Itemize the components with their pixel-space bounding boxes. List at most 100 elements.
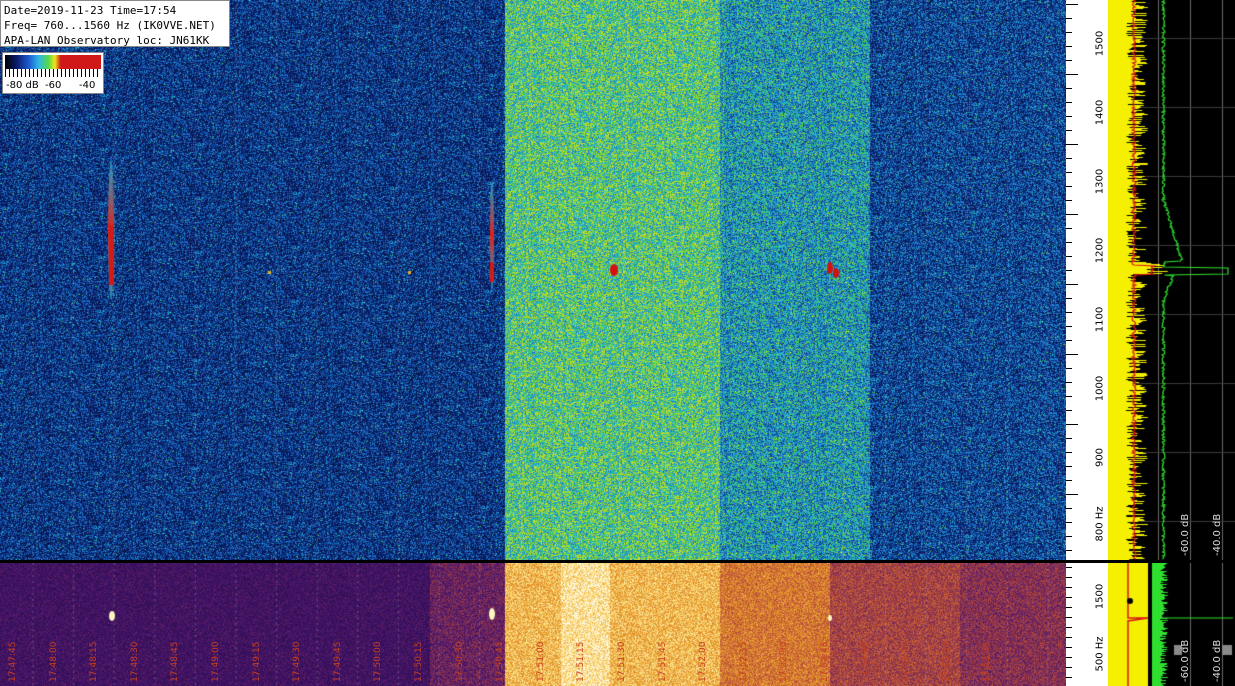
time-label: 17:48:45 — [170, 641, 181, 682]
freq-label-1200: 1200 — [1094, 237, 1106, 264]
freq-tick — [1066, 480, 1072, 481]
freq-tick — [1066, 340, 1072, 341]
time-label: 17:48:00 — [48, 641, 59, 682]
time-label: 17:48:30 — [129, 641, 140, 682]
spectrum-panel-main — [1108, 0, 1235, 560]
wideband-freq-tick — [1066, 567, 1072, 568]
time-label: 17:53:45 — [982, 641, 993, 682]
time-label: 17:50:15 — [414, 641, 424, 682]
time-label: 17:53:00 — [860, 641, 871, 682]
time-label: 17:53:30 — [941, 641, 952, 682]
freq-tick — [1066, 536, 1072, 537]
wideband-freq-tick — [1066, 597, 1072, 598]
freq-tick — [1066, 158, 1072, 159]
freq-tick — [1066, 214, 1078, 215]
time-label: 17:50:30 — [454, 641, 465, 682]
frequency-axis-main: 1500 1400 1300 1200 1100 1000 900 800 Hz — [1066, 0, 1108, 560]
freq-tick — [1066, 424, 1078, 425]
info-date-time: Date=2019-11-23 Time=17:54 — [4, 4, 177, 17]
freq-tick — [1066, 354, 1078, 355]
freq-tick — [1066, 368, 1072, 369]
info-observatory: APA-LAN Observatory loc: JN61KK — [4, 34, 210, 47]
freq-tick — [1066, 270, 1072, 271]
freq-tick — [1066, 18, 1072, 19]
legend-label-mid: -60 — [45, 80, 62, 91]
freq-tick — [1066, 452, 1072, 453]
time-label: 17:50:45 — [495, 641, 506, 682]
wideband-db-label-60: -60.0 dB — [1180, 639, 1191, 682]
info-box: Date=2019-11-23 Time=17:54 Freq= 760...1… — [0, 0, 230, 47]
freq-tick — [1066, 522, 1072, 523]
wideband-freq-label-500: 500 Hz — [1094, 636, 1106, 672]
freq-tick — [1066, 326, 1072, 327]
color-scale-bar — [5, 55, 101, 69]
freq-tick — [1066, 242, 1072, 243]
legend-label-min: -80 dB — [6, 80, 39, 91]
freq-tick — [1066, 550, 1072, 551]
freq-tick — [1066, 228, 1072, 229]
wideband-db-label-40: -40.0 dB — [1212, 639, 1223, 682]
wideband-freq-tick — [1066, 607, 1072, 608]
wideband-freq-tick — [1066, 617, 1072, 618]
wideband-freq-tick — [1066, 667, 1072, 668]
spectrum-db-label-60: -60.0 dB — [1180, 513, 1191, 556]
freq-tick — [1066, 494, 1078, 495]
time-label: 17:49:00 — [211, 641, 221, 682]
freq-tick — [1066, 466, 1072, 467]
spectrum-db-label-40: -40.0 dB — [1212, 513, 1223, 556]
color-scale-legend: -80 dB -60 -40 — [2, 52, 104, 94]
freq-label-1300: 1300 — [1094, 168, 1106, 195]
freq-tick — [1066, 298, 1072, 299]
color-scale-ticks — [5, 69, 101, 77]
freq-tick — [1066, 88, 1072, 89]
time-label: 17:47:45 — [8, 641, 18, 682]
freq-tick — [1066, 102, 1072, 103]
freq-tick — [1066, 200, 1072, 201]
time-label: 17:49:30 — [292, 641, 303, 682]
info-frequency: Freq= 760...1560 Hz (IK0VVE.NET) — [4, 19, 216, 32]
time-label: 17:52:15 — [738, 641, 749, 682]
time-label: 17:53:15 — [901, 641, 912, 682]
freq-tick — [1066, 144, 1078, 145]
time-label: 17:52:30 — [779, 641, 790, 682]
time-label: 17:49:45 — [332, 641, 343, 682]
freq-tick — [1066, 46, 1072, 47]
time-label: 17:51:00 — [535, 641, 546, 682]
freq-tick — [1066, 312, 1072, 313]
freq-tick — [1066, 74, 1078, 75]
legend-label-max: -40 — [79, 80, 96, 91]
freq-tick — [1066, 60, 1072, 61]
frequency-axis-wideband: 1500 500 Hz — [1066, 563, 1108, 686]
time-label: 17:48:15 — [89, 641, 100, 682]
freq-tick — [1066, 4, 1078, 5]
time-label: 17:51:30 — [617, 641, 627, 682]
wideband-freq-tick — [1066, 657, 1072, 658]
wideband-freq-tick — [1066, 647, 1072, 648]
time-label: 17:49:15 — [251, 641, 262, 682]
freq-label-900: 900 — [1094, 447, 1106, 468]
freq-tick — [1066, 508, 1072, 509]
freq-tick — [1066, 130, 1072, 131]
time-label: 17:51:15 — [576, 641, 587, 682]
freq-tick — [1066, 172, 1072, 173]
wideband-freq-tick — [1066, 637, 1072, 638]
wideband-freq-tick — [1066, 587, 1072, 588]
freq-label-1500: 1500 — [1094, 30, 1106, 57]
freq-tick — [1066, 284, 1078, 285]
wideband-freq-tick — [1066, 677, 1072, 678]
waterfall-main — [0, 0, 1066, 560]
time-label: 17:50:00 — [373, 641, 384, 682]
freq-label-1000: 1000 — [1094, 375, 1106, 402]
freq-label-1100: 1100 — [1094, 306, 1106, 333]
freq-tick — [1066, 256, 1072, 257]
freq-tick — [1066, 32, 1072, 33]
freq-tick — [1066, 186, 1072, 187]
time-label: 17:52:45 — [820, 641, 830, 682]
time-label: 17:51:45 — [657, 641, 668, 682]
freq-label-800: 800 Hz — [1094, 506, 1106, 542]
freq-label-1400: 1400 — [1094, 99, 1106, 126]
time-label: 17:52:00 — [698, 641, 709, 682]
freq-tick — [1066, 116, 1072, 117]
wideband-freq-label-1500: 1500 — [1094, 583, 1106, 610]
wideband-freq-tick — [1066, 627, 1072, 628]
